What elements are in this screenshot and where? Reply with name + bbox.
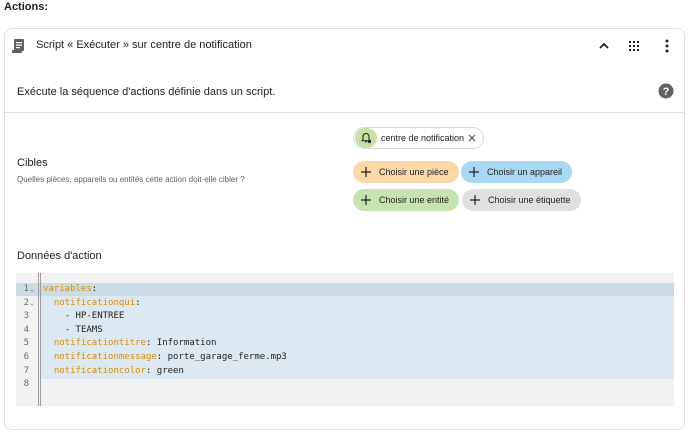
drag-handle[interactable] (625, 37, 643, 55)
code-text: - TEAMS (64, 324, 103, 335)
targets-label: Cibles (17, 157, 48, 169)
line-number: 2 (23, 297, 29, 308)
choose-entity-button[interactable]: Choisir une entité (353, 189, 460, 211)
actions-heading: Actions: (4, 1, 48, 13)
plus-icon (361, 167, 371, 177)
plus-icon (469, 167, 479, 177)
yaml-key: variables (43, 284, 92, 294)
card-title: Script « Exécuter » sur centre de notifi… (36, 39, 252, 51)
choose-area-button[interactable]: Choisir une pièce (353, 161, 459, 183)
yaml-key: notificationmessage (53, 352, 157, 362)
selected-chip-icon-wrap (355, 128, 377, 148)
selected-target-chip[interactable]: centre de notification (353, 127, 484, 149)
choose-device-label: Choisir un appareil (487, 167, 563, 177)
fold-chevron-icon[interactable]: ⌄ (30, 297, 34, 310)
help-circle-icon[interactable]: ? (658, 83, 674, 99)
code-text: variables: (43, 284, 98, 294)
code-text: - HP-ENTREE (64, 311, 125, 322)
code-line[interactable]: 8 (16, 378, 674, 391)
code-text: notificationcolor: green (53, 365, 184, 376)
yaml-key: notificationcolor (53, 365, 146, 376)
code-line[interactable]: 3 - HP-ENTREE (16, 310, 674, 323)
more-vertical-icon (665, 39, 669, 53)
targets-help-text: Quelles pièces, appareils ou entités cet… (17, 175, 245, 184)
line-number: 7 (23, 365, 29, 376)
line-number: 5 (23, 338, 29, 349)
choose-device-button[interactable]: Choisir un appareil (461, 161, 573, 183)
line-number: 8 (23, 379, 29, 390)
section-divider (5, 112, 684, 113)
code-line[interactable]: 2 ⌄ notificationqui: (16, 297, 674, 310)
code-line[interactable]: 6 notificationmessage: porte_garage_ferm… (16, 351, 674, 364)
plus-icon (361, 195, 371, 205)
choose-label-button[interactable]: Choisir une étiquette (462, 189, 581, 211)
plus-icon (470, 195, 480, 205)
action-data-label: Données d'action (17, 250, 102, 262)
code-text: notificationmessage: porte_garage_ferme.… (53, 352, 287, 362)
action-description: Exécute la séquence d'actions définie da… (17, 86, 276, 98)
action-card: Script « Exécuter » sur centre de notifi… (4, 28, 685, 430)
line-number: 3 (23, 311, 29, 322)
action-card-header[interactable]: Script « Exécuter » sur centre de notifi… (5, 29, 684, 63)
drag-handle-icon (629, 41, 639, 51)
code-line[interactable]: 1 ⌄ variables: (16, 283, 674, 296)
choose-label-label: Choisir une étiquette (488, 195, 571, 205)
code-line[interactable]: 4 - TEAMS (16, 324, 674, 337)
choose-area-label: Choisir une pièce (379, 167, 449, 177)
code-text: notificationqui: (53, 297, 141, 308)
code-text: notificationtitre: Information (53, 338, 217, 349)
collapse-button[interactable] (595, 37, 613, 55)
yaml-key: notificationqui (53, 297, 136, 308)
choose-entity-label: Choisir une entité (379, 195, 450, 205)
chevron-up-icon (599, 42, 609, 49)
yaml-key: notificationtitre (53, 338, 146, 349)
selected-chip-label: centre de notification (381, 133, 465, 143)
bell-cog-icon (360, 132, 372, 144)
svg-text:?: ? (663, 86, 670, 98)
more-menu-button[interactable] (658, 37, 676, 55)
yaml-code-editor[interactable]: 1 ⌄ variables: 2 ⌄ notificationqui: 3 - HP-EN… (16, 273, 674, 406)
line-number: 4 (23, 324, 29, 335)
close-icon[interactable] (467, 133, 477, 143)
code-line[interactable]: 5 notificationtitre: Information (16, 337, 674, 350)
line-number: 6 (23, 352, 29, 362)
line-number: 1 (23, 284, 29, 294)
script-icon (12, 39, 24, 53)
code-line[interactable]: 7 notificationcolor: green (16, 365, 674, 378)
fold-chevron-icon[interactable]: ⌄ (30, 283, 34, 296)
